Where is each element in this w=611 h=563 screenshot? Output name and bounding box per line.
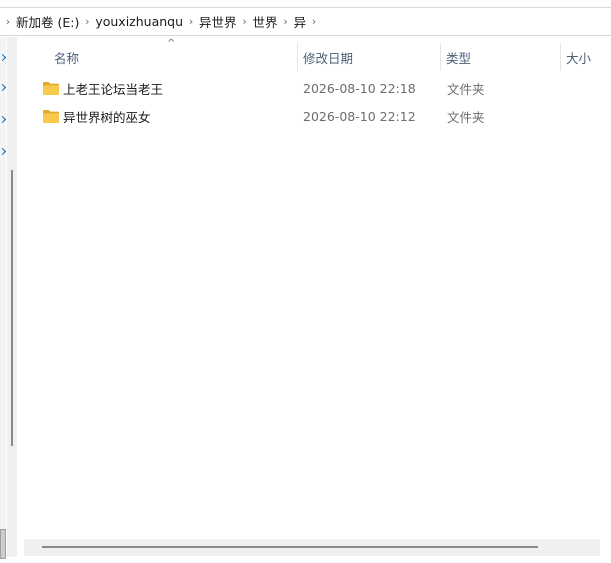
right-edge-filler (600, 37, 611, 557)
file-date-modified: 2026-08-10 22:12 (303, 108, 416, 124)
column-divider[interactable] (560, 43, 561, 71)
breadcrumb-item-youxizhuanqu[interactable]: youxizhuanqu (93, 14, 185, 29)
navigation-pane[interactable] (0, 37, 7, 559)
file-list-pane[interactable]: ^ 名称 修改日期 类型 大小 上老王论坛当老王 2026-08-10 22:1… (24, 37, 600, 557)
breadcrumb: › 新加卷 (E:) › youxizhuanqu › 异世界 › 世界 › 异… (0, 8, 320, 35)
file-explorer-window: › 新加卷 (E:) › youxizhuanqu › 异世界 › 世界 › 异… (0, 0, 611, 563)
chevron-right-icon[interactable]: › (239, 16, 251, 27)
column-header-date-modified[interactable]: 修改日期 (303, 43, 433, 71)
file-name-cell[interactable]: 异世界树的巫女 (43, 103, 151, 129)
expand-arrow-icon[interactable] (0, 115, 7, 124)
horizontal-scrollbar[interactable] (24, 539, 600, 556)
file-row[interactable]: 上老王论坛当老王 2026-08-10 22:18 文件夹 (24, 75, 600, 101)
expand-arrow-icon[interactable] (0, 83, 7, 92)
column-header-name[interactable]: 名称 (54, 43, 294, 71)
chevron-right-icon[interactable]: › (2, 16, 14, 27)
breadcrumb-item-yishijie[interactable]: 异世界 (197, 12, 239, 31)
file-name: 异世界树的巫女 (63, 109, 151, 125)
nav-scrollbar-thumb[interactable] (11, 170, 13, 446)
nav-scroll-handle[interactable] (0, 529, 6, 559)
chevron-right-icon[interactable]: › (308, 16, 320, 27)
file-row[interactable]: 异世界树的巫女 2026-08-10 22:12 文件夹 (24, 103, 600, 129)
chevron-right-icon[interactable]: › (81, 16, 93, 27)
file-type: 文件夹 (447, 109, 485, 125)
address-bar[interactable]: › 新加卷 (E:) › youxizhuanqu › 异世界 › 世界 › 异… (0, 7, 611, 36)
folder-icon (43, 109, 59, 123)
expand-arrow-icon[interactable] (0, 147, 7, 156)
column-header-size[interactable]: 大小 (566, 43, 600, 71)
column-divider[interactable] (440, 43, 441, 71)
file-type: 文件夹 (447, 81, 485, 97)
folder-icon (43, 81, 59, 95)
column-header-type[interactable]: 类型 (446, 43, 556, 71)
nav-vertical-scrollbar[interactable] (7, 37, 17, 557)
file-name: 上老王论坛当老王 (63, 81, 164, 97)
expand-arrow-icon[interactable] (0, 53, 7, 62)
column-divider[interactable] (297, 43, 298, 71)
breadcrumb-item-drive[interactable]: 新加卷 (E:) (14, 12, 81, 31)
file-name-cell[interactable]: 上老王论坛当老王 (43, 75, 163, 101)
horizontal-scrollbar-thumb[interactable] (42, 546, 538, 548)
breadcrumb-item-shijie[interactable]: 世界 (251, 12, 280, 31)
breadcrumb-item-yi[interactable]: 异 (292, 12, 309, 31)
chevron-right-icon[interactable]: › (280, 16, 292, 27)
chevron-right-icon[interactable]: › (185, 16, 197, 27)
file-date-modified: 2026-08-10 22:18 (303, 80, 416, 96)
